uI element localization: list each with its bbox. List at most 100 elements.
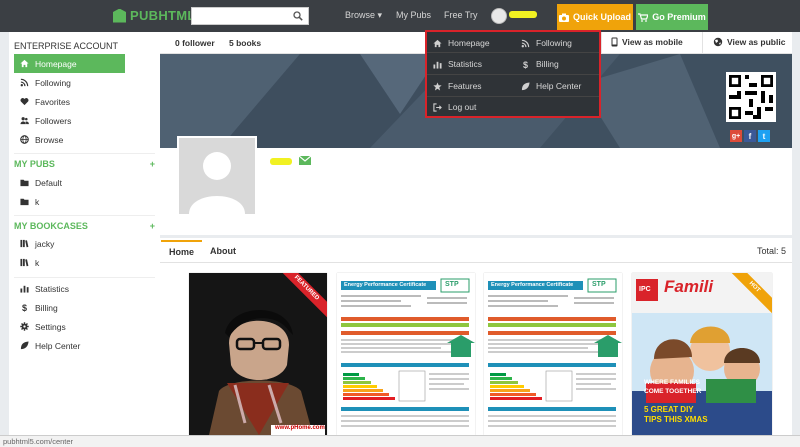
sidebar-item-pub-default[interactable]: Default [14, 173, 125, 192]
book-cover-epc-document [337, 273, 475, 435]
total-books-count: Total: 5 [757, 246, 787, 256]
nav-browse[interactable]: Browse ▾ [345, 10, 382, 21]
menu-item-features[interactable]: Features [433, 77, 482, 95]
magazine-headline-2: COME TOGETHER [644, 388, 702, 395]
book-card-1[interactable]: FEATURED www.pHome.com [189, 273, 327, 435]
folder-icon [20, 198, 29, 206]
nav-my-pubs[interactable]: My Pubs [396, 10, 431, 20]
browser-status-bar: pubhtml5.com/center [0, 435, 800, 447]
menu-item-log-out[interactable]: Log out [433, 98, 476, 116]
globe-icon [713, 37, 723, 47]
menu-divider [427, 52, 599, 53]
sidebar-item-following[interactable]: Following [14, 73, 125, 92]
sidebar-divider [14, 277, 155, 278]
nav-free-try[interactable]: Free Try [444, 10, 478, 20]
sidebar-item-pub-k[interactable]: k [14, 192, 125, 211]
qr-code-image [729, 75, 773, 119]
view-as-mobile-label: View as mobile [622, 37, 683, 47]
sidebar-item-bookcase-k[interactable]: k [14, 253, 125, 272]
book-cover-epc-document [484, 273, 622, 435]
menu-item-billing[interactable]: $ Billing [521, 55, 559, 73]
profile-avatar[interactable] [177, 136, 257, 216]
sidebar-item-label: Browse [35, 134, 64, 145]
twitter-icon[interactable]: t [758, 130, 770, 142]
sidebar-item-followers[interactable]: Followers [14, 111, 125, 130]
view-as-public-button[interactable]: View as public [713, 37, 785, 47]
book-card-2[interactable]: Energy Performance Certificate STP [337, 273, 475, 435]
dollar-icon: $ [22, 303, 27, 312]
bookcase-icon [20, 258, 29, 267]
sidebar-divider [14, 215, 155, 216]
menu-item-label: Statistics [448, 59, 483, 69]
magazine-headline-3: 5 GREAT DIY [644, 405, 694, 414]
menu-item-following[interactable]: Following [521, 34, 572, 52]
bar-chart-icon [433, 61, 442, 69]
logout-icon [433, 102, 442, 112]
menu-item-homepage[interactable]: Homepage [433, 34, 490, 52]
sidebar-item-billing[interactable]: $ Billing [14, 298, 125, 317]
sidebar-item-browse[interactable]: Browse [14, 130, 125, 149]
sidebar-item-bookcase-jacky[interactable]: jacky [14, 234, 125, 253]
top-navigation-bar: PUBHTML5 Browse ▾ My Pubs Free Try Quick… [0, 0, 800, 32]
bookcase-icon [20, 239, 29, 248]
default-avatar-icon [179, 138, 255, 214]
sidebar-item-label: jacky [35, 238, 55, 249]
svg-text:$: $ [523, 60, 528, 69]
sidebar-item-homepage[interactable]: Homepage [14, 54, 125, 73]
sidebar-item-label: Billing [35, 302, 58, 313]
menu-item-help-center[interactable]: Help Center [521, 77, 581, 95]
status-url: pubhtml5.com/center [3, 437, 74, 446]
menu-item-statistics[interactable]: Statistics [433, 55, 482, 73]
my-pubs-section: MY PUBS + [14, 159, 155, 169]
sidebar-item-settings[interactable]: Settings [14, 317, 125, 336]
sidebar-item-label: Following [35, 77, 71, 88]
sidebar-item-help-center[interactable]: Help Center [14, 336, 125, 355]
heart-icon [20, 98, 29, 106]
sidebar-item-statistics[interactable]: Statistics [14, 279, 125, 298]
tab-home[interactable]: Home [161, 240, 203, 262]
home-icon [20, 59, 29, 68]
sidebar-item-favorites[interactable]: Favorites [14, 92, 125, 111]
search-input[interactable] [192, 8, 290, 24]
epc-logo: STP [592, 281, 606, 288]
magazine-brand: IPC [639, 286, 651, 293]
menu-item-label: Log out [448, 102, 477, 112]
sidebar-item-label: Statistics [35, 283, 70, 294]
tab-about[interactable]: About [202, 240, 244, 262]
epc-logo: STP [445, 281, 459, 288]
leaf-icon [521, 81, 530, 90]
my-bookcases-title: MY BOOKCASES [14, 221, 88, 231]
google-plus-icon[interactable]: g+ [730, 130, 742, 142]
quick-upload-label: Quick Upload [572, 12, 631, 22]
camera-icon [558, 13, 569, 22]
enterprise-account-title: ENTERPRISE ACCOUNT [14, 41, 119, 51]
view-as-mobile-button[interactable]: View as mobile [611, 37, 683, 47]
add-pub-button[interactable]: + [150, 159, 155, 169]
stats-divider [601, 32, 602, 54]
users-icon [20, 117, 29, 125]
search-icon[interactable] [293, 11, 303, 21]
envelope-icon[interactable] [299, 156, 311, 165]
sidebar-item-label: Favorites [35, 96, 70, 107]
epc-title: Energy Performance Certificate [344, 282, 427, 288]
go-premium-button[interactable]: Go Premium [636, 4, 708, 30]
book-count[interactable]: 5 books [229, 38, 261, 48]
follower-count[interactable]: 0 follower [175, 38, 215, 48]
user-avatar[interactable] [491, 8, 507, 24]
menu-item-label: Following [536, 38, 572, 48]
user-name-redacted[interactable] [509, 11, 537, 18]
book-card-4[interactable]: IPC Famili WHERE FAMILIES COME TOGETHER … [632, 273, 772, 435]
menu-item-label: Homepage [448, 38, 490, 48]
menu-item-label: Help Center [536, 81, 582, 91]
rss-icon [20, 78, 29, 87]
add-bookcase-button[interactable]: + [150, 221, 155, 231]
menu-divider [427, 74, 599, 75]
facebook-icon[interactable]: f [744, 130, 756, 142]
pubhtml5-logo[interactable]: PUBHTML5 [113, 8, 203, 23]
magazine-headline-1: WHERE FAMILIES [644, 379, 700, 386]
watermark-text: www.pHome.com [275, 425, 325, 431]
book-card-3[interactable]: Energy Performance Certificate STP [484, 273, 622, 435]
magazine-title: Famili [664, 277, 714, 296]
quick-upload-button[interactable]: Quick Upload [557, 4, 633, 30]
sidebar-item-label: Settings [35, 321, 66, 332]
